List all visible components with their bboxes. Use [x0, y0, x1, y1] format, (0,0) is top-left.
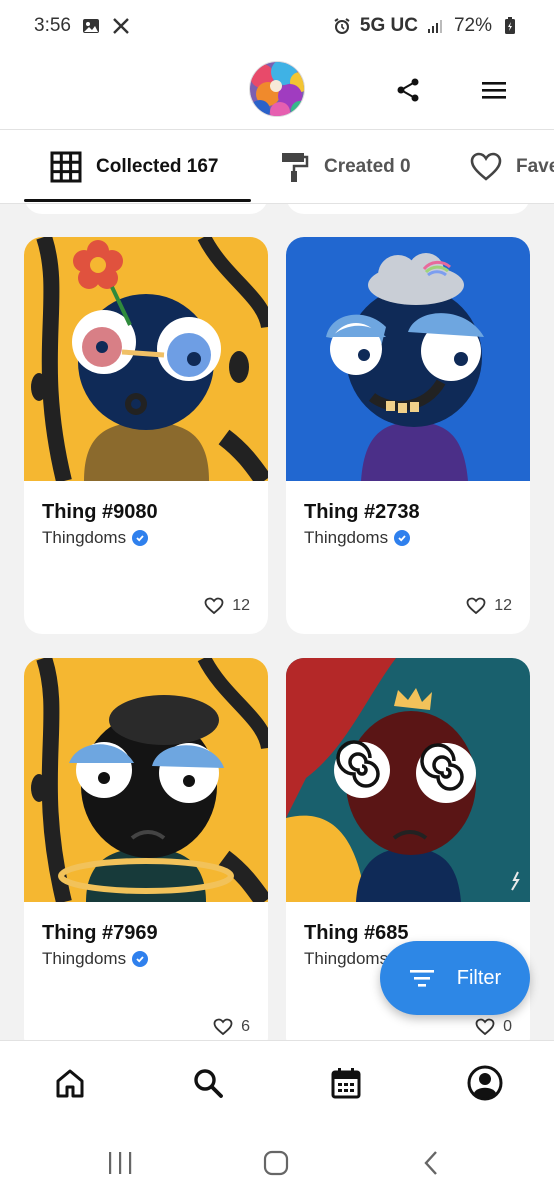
active-tab-indicator	[24, 199, 251, 202]
heart-icon	[204, 597, 224, 615]
like-button[interactable]: 6	[213, 1018, 250, 1036]
collection-name: Thingdoms	[42, 949, 127, 968]
like-button[interactable]: 0	[475, 1018, 512, 1036]
nav-calendar[interactable]	[326, 1063, 366, 1103]
collection-name: Thingdoms	[304, 528, 389, 547]
nft-collection[interactable]: Thingdoms	[42, 949, 149, 969]
tab-collected-label: Collected 167	[96, 156, 219, 177]
nft-card[interactable]: Thing #7969 Thingdoms 6	[24, 658, 268, 1040]
menu-button[interactable]	[476, 72, 512, 108]
calendar-icon	[331, 1068, 361, 1099]
system-nav-bar	[0, 1126, 554, 1200]
app-header	[0, 52, 554, 130]
recent-apps-button[interactable]	[103, 1148, 137, 1178]
battery-percent: 72%	[453, 15, 492, 36]
nav-search[interactable]	[188, 1063, 228, 1103]
profile-avatar[interactable]	[249, 61, 305, 117]
tab-created-label: Created 0	[324, 156, 411, 177]
app-screen: 3:56 5G UC 72% Collected 167 Created 0 F…	[0, 0, 554, 1200]
profile-icon	[467, 1065, 503, 1101]
collection-name: Thingdoms	[42, 528, 127, 547]
network-label: 5G UC	[359, 15, 418, 36]
alarm-icon	[332, 16, 352, 36]
tab-favorites-label: Fave	[516, 156, 554, 177]
nft-title: Thing #2738	[304, 501, 420, 523]
home-icon	[56, 1069, 84, 1098]
nft-title: Thing #7969	[42, 922, 158, 944]
tab-collected[interactable]: Collected 167	[50, 130, 219, 203]
like-button[interactable]: 12	[204, 597, 250, 615]
nft-collection[interactable]: Thingdoms	[42, 528, 149, 548]
bottom-nav	[0, 1040, 554, 1126]
x-logo-icon	[111, 16, 131, 36]
home-circle-icon	[263, 1150, 289, 1176]
filter-button[interactable]: Filter	[380, 941, 530, 1015]
menu-icon	[482, 82, 506, 99]
nft-title: Thing #685	[304, 922, 409, 944]
verified-badge-icon	[132, 951, 149, 967]
like-count: 12	[494, 597, 512, 614]
share-icon	[397, 78, 419, 102]
image-icon	[81, 16, 101, 36]
collection-name: Thingdoms	[304, 949, 389, 968]
status-right: 5G UC 72%	[332, 15, 520, 37]
nft-card[interactable]: Thing #9080 Thingdoms 12	[24, 237, 268, 634]
verified-badge-icon	[394, 530, 411, 546]
collection-grid: Thing #9080 Thingdoms 12 Thing #2738 Thi…	[0, 204, 554, 1040]
nft-image	[24, 237, 268, 487]
nav-profile[interactable]	[465, 1063, 505, 1103]
heart-icon	[213, 1018, 233, 1036]
grid-icon	[50, 151, 82, 183]
back-icon	[424, 1151, 437, 1175]
home-system-button[interactable]	[259, 1148, 293, 1178]
verified-badge-icon	[132, 530, 149, 546]
nav-home[interactable]	[50, 1063, 90, 1103]
nft-title: Thing #9080	[42, 501, 158, 523]
tab-favorites[interactable]: Fave	[470, 130, 554, 203]
heart-icon	[466, 597, 486, 615]
like-count: 0	[503, 1018, 512, 1035]
like-count: 12	[232, 597, 250, 614]
battery-icon	[500, 16, 520, 36]
nft-image	[286, 237, 530, 481]
status-bar: 3:56 5G UC 72%	[0, 0, 554, 52]
nft-image	[24, 658, 268, 908]
like-count: 6	[241, 1018, 250, 1035]
card-peek-left	[24, 204, 268, 214]
nft-image	[286, 658, 530, 902]
share-button[interactable]	[390, 72, 426, 108]
heart-icon	[475, 1018, 495, 1036]
card-peek-right	[286, 204, 530, 214]
nft-card[interactable]: Thing #2738 Thingdoms 12	[286, 237, 530, 634]
recent-apps-icon	[109, 1152, 132, 1174]
search-icon	[194, 1069, 223, 1098]
signal-icon	[426, 16, 446, 36]
heart-icon	[470, 152, 502, 181]
paint-roller-icon	[282, 153, 309, 182]
tab-created[interactable]: Created 0	[280, 130, 411, 203]
filter-label: Filter	[456, 966, 502, 989]
status-time: 3:56	[34, 15, 71, 36]
profile-tabs: Collected 167 Created 0 Fave	[0, 130, 554, 204]
filter-icon	[409, 970, 434, 987]
like-button[interactable]: 12	[466, 597, 512, 615]
status-left: 3:56	[34, 15, 131, 37]
back-button[interactable]	[414, 1148, 448, 1178]
nft-collection[interactable]: Thingdoms	[304, 528, 411, 548]
